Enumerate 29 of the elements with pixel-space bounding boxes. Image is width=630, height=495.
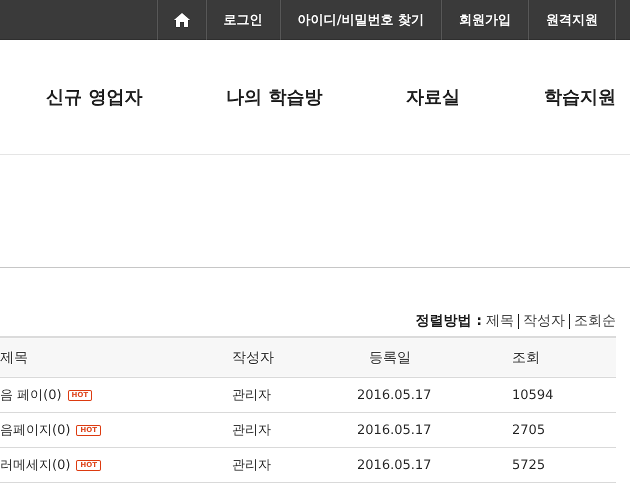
table-cell-text: 관리자 bbox=[232, 387, 272, 404]
post-title-link[interactable]: 러메세지(0) bbox=[0, 456, 70, 474]
table-cell-text: 관리자 bbox=[232, 457, 272, 474]
table-cell-text: 2016.05.17 bbox=[357, 422, 432, 438]
post-title-link[interactable]: 음 페이(0) bbox=[0, 386, 62, 404]
column-header: 조회 bbox=[512, 348, 541, 366]
post-title-link[interactable]: 음페이지(0) bbox=[0, 421, 70, 439]
top-link[interactable]: 회원가입 bbox=[442, 0, 529, 40]
top-link[interactable]: 원격지원 bbox=[529, 0, 616, 40]
table-cell-text: 2016.05.17 bbox=[357, 458, 432, 472]
top-link[interactable]: 아이디/비밀번호 찾기 bbox=[280, 0, 442, 40]
nav-link[interactable]: 신규 영업자 bbox=[46, 85, 142, 109]
sort-link[interactable]: 작성자 bbox=[523, 312, 565, 330]
home-icon bbox=[174, 13, 190, 27]
nav-link[interactable]: 나의 학습방 bbox=[226, 85, 322, 109]
table-cell-text: 10594 bbox=[512, 388, 554, 402]
nav-link[interactable]: 자료실 bbox=[406, 85, 460, 109]
top-link[interactable]: 로그인 bbox=[206, 0, 281, 40]
table-cell-text: 2016.05.17 bbox=[357, 388, 432, 402]
table-cell-text: 2705 bbox=[512, 422, 546, 438]
sort-link[interactable]: 제목 bbox=[486, 312, 514, 330]
table-cell-text: 5725 bbox=[512, 458, 546, 472]
sort-label: 정렬방법 : bbox=[416, 312, 482, 330]
column-header: 작성자 bbox=[232, 348, 275, 366]
sort-link[interactable]: 조회순 bbox=[574, 312, 616, 330]
column-header: 등록일 bbox=[368, 348, 412, 366]
column-header: 제목 bbox=[0, 348, 29, 366]
table-cell-text: 관리자 bbox=[232, 422, 272, 439]
nav-link[interactable]: 학습지원 bbox=[544, 85, 616, 109]
